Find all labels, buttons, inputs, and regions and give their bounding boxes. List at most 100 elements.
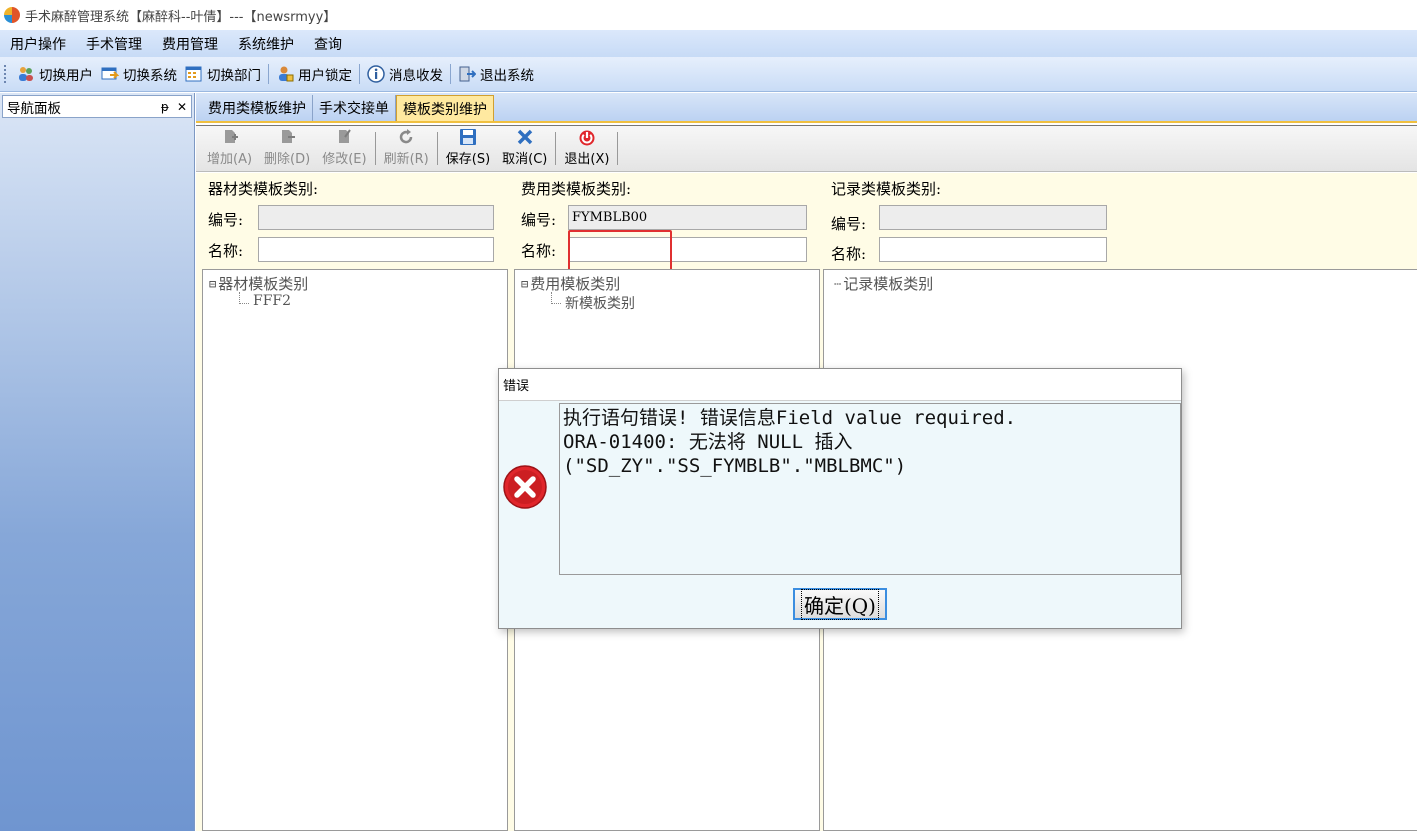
save-icon — [459, 128, 477, 146]
exit-label: 退出(X) — [564, 152, 610, 167]
equipment-code-field[interactable] — [258, 205, 494, 230]
equipment-name-label: 名称: — [208, 242, 244, 260]
pin-icon[interactable]: ᵽ — [161, 100, 169, 114]
add-icon — [221, 128, 239, 146]
menu-system[interactable]: 系统维护 — [238, 34, 294, 54]
form-toolbar-separator — [617, 132, 619, 165]
tree-connector — [551, 292, 561, 304]
form-toolbar-separator — [436, 132, 438, 165]
exit-icon — [458, 65, 476, 83]
exit-system-label: 退出系统 — [480, 68, 534, 84]
switch-system-icon — [101, 65, 119, 83]
fee-panel-title: 费用类模板类别: — [521, 180, 632, 198]
document-tabs: 费用类模板维护 手术交接单 模板类别维护 — [196, 93, 1417, 123]
equipment-tree-child-label: FFF2 — [253, 293, 292, 309]
record-panel-title: 记录类模板类别: — [831, 180, 942, 198]
form-toolbar-separator — [374, 132, 376, 165]
navigation-panel-header: 导航面板 ᵽ ✕ — [2, 95, 192, 118]
error-icon — [502, 464, 548, 510]
collapse-icon[interactable]: ⊟ — [521, 277, 528, 291]
info-icon — [367, 65, 385, 83]
edit-button[interactable]: 修改(E) — [316, 126, 372, 171]
fee-code-field[interactable]: FYMBLB00 — [568, 205, 807, 230]
main-toolbar: 切换用户 切换系统 切换部门 用户锁定 消息收发 退出系统 — [0, 57, 1417, 92]
app-logo-icon — [4, 7, 20, 23]
fee-code-label: 编号: — [521, 211, 557, 229]
equipment-name-field[interactable] — [258, 237, 494, 262]
power-icon — [578, 128, 596, 146]
window-title: 手术麻醉管理系统【麻醉科--叶倩】---【newsrmyy】 — [25, 9, 337, 25]
tree-item[interactable]: ⊟ 费用模板类别 — [521, 273, 620, 294]
switch-system-label: 切换系统 — [123, 68, 177, 84]
fee-tree-child-label: 新模板类别 — [565, 296, 635, 312]
exit-button[interactable]: 退出(X) — [558, 126, 615, 171]
error-dialog: 错误 执行语句错误! 错误信息Field value required. ORA… — [498, 368, 1182, 629]
delete-label: 删除(D) — [264, 152, 311, 167]
ok-button-label: 确定(Q) — [800, 588, 879, 620]
record-name-label: 名称: — [831, 245, 867, 263]
save-button[interactable]: 保存(S) — [440, 126, 496, 171]
switch-user-label: 切换用户 — [39, 68, 93, 84]
toolbar-grip[interactable] — [4, 65, 7, 83]
switch-department-label: 切换部门 — [207, 68, 261, 84]
cancel-button[interactable]: 取消(C) — [496, 126, 553, 171]
edit-icon — [335, 128, 353, 146]
delete-icon — [278, 128, 296, 146]
edit-label: 修改(E) — [322, 152, 367, 167]
messages-label: 消息收发 — [389, 68, 443, 84]
refresh-icon — [397, 128, 415, 146]
exit-system-button[interactable]: 退出系统 — [454, 62, 538, 86]
equipment-category-panel: 器材类模板类别: 编号: 名称: ⊟ 器材模板类别 FFF2 — [196, 173, 509, 831]
tab-template-category[interactable]: 模板类别维护 — [396, 95, 494, 121]
tree-leaf-connector: ┄ — [834, 276, 842, 291]
fee-name-label: 名称: — [521, 242, 557, 260]
add-label: 增加(A) — [207, 152, 253, 167]
record-tree-root-label: 记录模板类别 — [843, 275, 934, 293]
department-icon — [185, 65, 203, 83]
tree-item[interactable]: FFF2 — [253, 293, 291, 309]
fee-tree-root-label: 费用模板类别 — [530, 275, 621, 293]
record-name-field[interactable] — [879, 237, 1107, 262]
add-button[interactable]: 增加(A) — [201, 126, 258, 171]
user-lock-icon — [276, 65, 294, 83]
tree-item[interactable]: ┄ 记录模板类别 — [834, 273, 933, 294]
tree-connector — [239, 292, 249, 304]
refresh-button[interactable]: 刷新(R) — [378, 126, 435, 171]
dialog-title: 错误 — [499, 369, 1181, 401]
menu-fees[interactable]: 费用管理 — [162, 34, 218, 54]
tree-item[interactable]: 新模板类别 — [565, 293, 635, 313]
tab-fee-template[interactable]: 费用类模板维护 — [202, 95, 313, 121]
cancel-icon — [516, 128, 534, 146]
record-code-label: 编号: — [831, 215, 867, 233]
equipment-category-tree[interactable]: ⊟ 器材模板类别 FFF2 — [202, 269, 508, 831]
user-lock-button[interactable]: 用户锁定 — [272, 62, 356, 86]
save-label: 保存(S) — [445, 152, 491, 167]
switch-department-button[interactable]: 切换部门 — [181, 62, 265, 86]
switch-system-button[interactable]: 切换系统 — [97, 62, 181, 86]
navigation-panel-controls: ᵽ ✕ — [161, 100, 187, 114]
menu-user-ops[interactable]: 用户操作 — [10, 34, 66, 54]
delete-button[interactable]: 删除(D) — [258, 126, 316, 171]
menu-surgery[interactable]: 手术管理 — [86, 34, 142, 54]
refresh-label: 刷新(R) — [383, 152, 429, 167]
record-code-field[interactable] — [879, 205, 1107, 230]
users-icon — [17, 65, 35, 83]
user-lock-label: 用户锁定 — [298, 68, 352, 84]
tab-surgery-handover[interactable]: 手术交接单 — [313, 95, 396, 121]
tree-item[interactable]: ⊟ 器材模板类别 — [209, 273, 308, 294]
messages-button[interactable]: 消息收发 — [363, 62, 447, 86]
switch-user-button[interactable]: 切换用户 — [13, 62, 97, 86]
window-titlebar: 手术麻醉管理系统【麻醉科--叶倩】---【newsrmyy】 — [0, 0, 1417, 30]
menu-query[interactable]: 查询 — [314, 34, 342, 54]
equipment-panel-title: 器材类模板类别: — [208, 180, 319, 198]
form-toolbar-separator — [555, 132, 557, 165]
ok-button[interactable]: 确定(Q) — [793, 588, 887, 620]
toolbar-separator — [268, 64, 269, 84]
collapse-icon[interactable]: ⊟ — [209, 277, 216, 291]
toolbar-separator — [359, 64, 360, 84]
error-message: 执行语句错误! 错误信息Field value required. ORA-01… — [559, 403, 1181, 575]
navigation-panel-title: 导航面板 — [7, 100, 61, 117]
close-icon[interactable]: ✕ — [177, 100, 187, 114]
cancel-label: 取消(C) — [502, 152, 548, 167]
form-toolbar: 增加(A) 删除(D) 修改(E) 刷新(R) 保存(S) 取消(C) 退出(X… — [196, 125, 1417, 172]
